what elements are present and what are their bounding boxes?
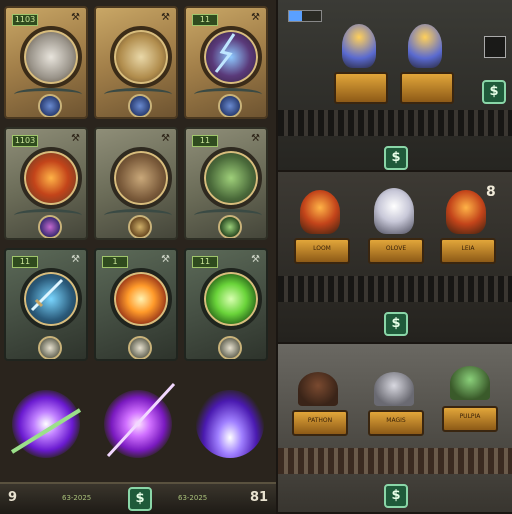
tower-pedestal-center: MAGIS <box>368 410 424 436</box>
portrait-ring <box>20 268 82 330</box>
portrait-ring <box>20 26 82 88</box>
effect-purple-moon-blade <box>2 370 90 480</box>
unit-pedestal-center: OLOVE <box>368 238 424 264</box>
right-counter: 81 <box>250 490 269 505</box>
hero-pedestal-left <box>334 72 388 104</box>
tools-icon: ⚒ <box>251 133 260 144</box>
battle-scene-1: $ $ <box>278 0 512 170</box>
card-goblin-archer[interactable]: 11 ⚒ <box>184 127 268 240</box>
tools-icon: ⚒ <box>251 12 260 23</box>
fire-unit-left[interactable] <box>300 190 340 234</box>
health-fill <box>289 11 302 21</box>
left-counter: 9 <box>8 490 18 505</box>
pedestal-label: LEIA <box>461 245 475 252</box>
card-badge: 1103 <box>12 14 38 26</box>
sword-icon <box>106 382 176 458</box>
portrait-ring <box>200 268 262 330</box>
battle-scene-2: 8 LOOM OLOVE LEIA $ <box>278 172 512 342</box>
lightning-icon <box>214 33 236 73</box>
pedestal-label: LOOM <box>313 245 331 252</box>
card-badge: 11 <box>192 14 218 26</box>
unit-pedestal-right: LEIA <box>440 238 496 264</box>
game-screenshot-collage: 1103 ⚒ ⚒ 11 ⚒ 1103 ⚒ ⚒ 11 ⚒ 11 ⚒ 1 ⚒ 11 … <box>0 0 512 514</box>
portrait-ring <box>200 26 262 88</box>
effect-purple-vortex <box>186 370 274 480</box>
tools-icon: ⚒ <box>251 254 260 265</box>
tools-icon: ⚒ <box>161 254 170 265</box>
tools-icon: ⚒ <box>71 12 80 23</box>
portrait-ring <box>110 268 172 330</box>
goblin-tower[interactable] <box>450 366 490 400</box>
card-sunburst[interactable]: 1 ⚒ <box>94 248 178 361</box>
right-label: 63-2025 <box>178 494 208 502</box>
hero-mage-left[interactable] <box>342 24 376 68</box>
battle-scene-3: PATHON MAGIS PULPIA $ <box>278 344 512 512</box>
purple-glow-effect <box>196 390 264 458</box>
spiked-fortress-wall <box>278 276 512 302</box>
tools-icon: ⚒ <box>161 12 170 23</box>
white-knight-unit[interactable] <box>374 188 414 234</box>
horned-helm-tower[interactable] <box>374 372 414 406</box>
rank-medal-icon <box>218 336 242 359</box>
card-lightning-spell[interactable]: 11 ⚒ <box>184 6 268 119</box>
card-badge: 1 <box>102 256 128 268</box>
rank-medal-icon <box>218 215 242 238</box>
health-bar <box>288 10 322 22</box>
rank-medal-icon <box>38 336 62 359</box>
tools-icon: ⚒ <box>71 254 80 265</box>
portrait-ring <box>110 26 172 88</box>
unit-pedestal-left: LOOM <box>294 238 350 264</box>
card-skull-warrior[interactable]: 1103 ⚒ <box>4 6 88 119</box>
card-badge: 1103 <box>12 135 38 147</box>
tools-icon: ⚒ <box>71 133 80 144</box>
portrait-ring <box>200 147 262 209</box>
card-green-orb[interactable]: 11 ⚒ <box>184 248 268 361</box>
corner-currency-button[interactable]: $ <box>482 80 506 104</box>
currency-button[interactable]: $ <box>384 312 408 336</box>
pedestal-label: PATHON <box>307 417 333 424</box>
currency-button[interactable]: $ <box>384 484 408 508</box>
portrait-ring <box>20 147 82 209</box>
tools-icon: ⚒ <box>161 133 170 144</box>
pedestal-label: OLOVE <box>385 245 407 252</box>
hero-pedestal-right <box>400 72 454 104</box>
card-badge: 11 <box>12 256 38 268</box>
pedestal-label: PULPIA <box>459 413 481 420</box>
rank-medal-icon <box>38 215 62 238</box>
hero-mage-right[interactable] <box>408 24 442 68</box>
sword-icon <box>30 278 64 312</box>
tower-pedestal-left: PATHON <box>292 410 348 436</box>
tower-menu-icon[interactable] <box>484 36 506 58</box>
wave-counter: 8 <box>486 184 496 200</box>
card-griffin-rider[interactable]: ⚒ <box>94 6 178 119</box>
effect-purple-sword-slash <box>94 370 182 480</box>
rank-medal-icon <box>38 94 62 117</box>
card-ice-sword[interactable]: 11 ⚒ <box>4 248 88 361</box>
spiked-fortress-wall <box>278 448 512 474</box>
rank-medal-icon <box>128 215 152 238</box>
currency-button[interactable]: $ <box>384 146 408 170</box>
portrait-ring <box>110 147 172 209</box>
blade-icon <box>10 408 82 454</box>
bottom-status-bar: 9 63-2025 $ 63-2025 81 <box>0 482 276 514</box>
spiked-fortress-wall <box>278 110 512 136</box>
currency-button[interactable]: $ <box>128 487 152 511</box>
tower-pedestal-right: PULPIA <box>442 406 498 432</box>
rank-medal-icon <box>218 94 242 117</box>
pedestal-label: MAGIS <box>386 417 406 424</box>
left-label: 63-2025 <box>62 494 92 502</box>
card-winged-beast[interactable]: ⚒ <box>94 127 178 240</box>
card-badge: 11 <box>192 256 218 268</box>
rank-medal-icon <box>128 94 152 117</box>
card-grid-panel: 1103 ⚒ ⚒ 11 ⚒ 1103 ⚒ ⚒ 11 ⚒ 11 ⚒ 1 ⚒ 11 … <box>0 0 276 514</box>
rank-medal-icon <box>128 336 152 359</box>
fire-unit-right[interactable] <box>446 190 486 234</box>
dead-tree-tower[interactable] <box>298 372 338 406</box>
card-fire-angel[interactable]: 1103 ⚒ <box>4 127 88 240</box>
card-badge: 11 <box>192 135 218 147</box>
